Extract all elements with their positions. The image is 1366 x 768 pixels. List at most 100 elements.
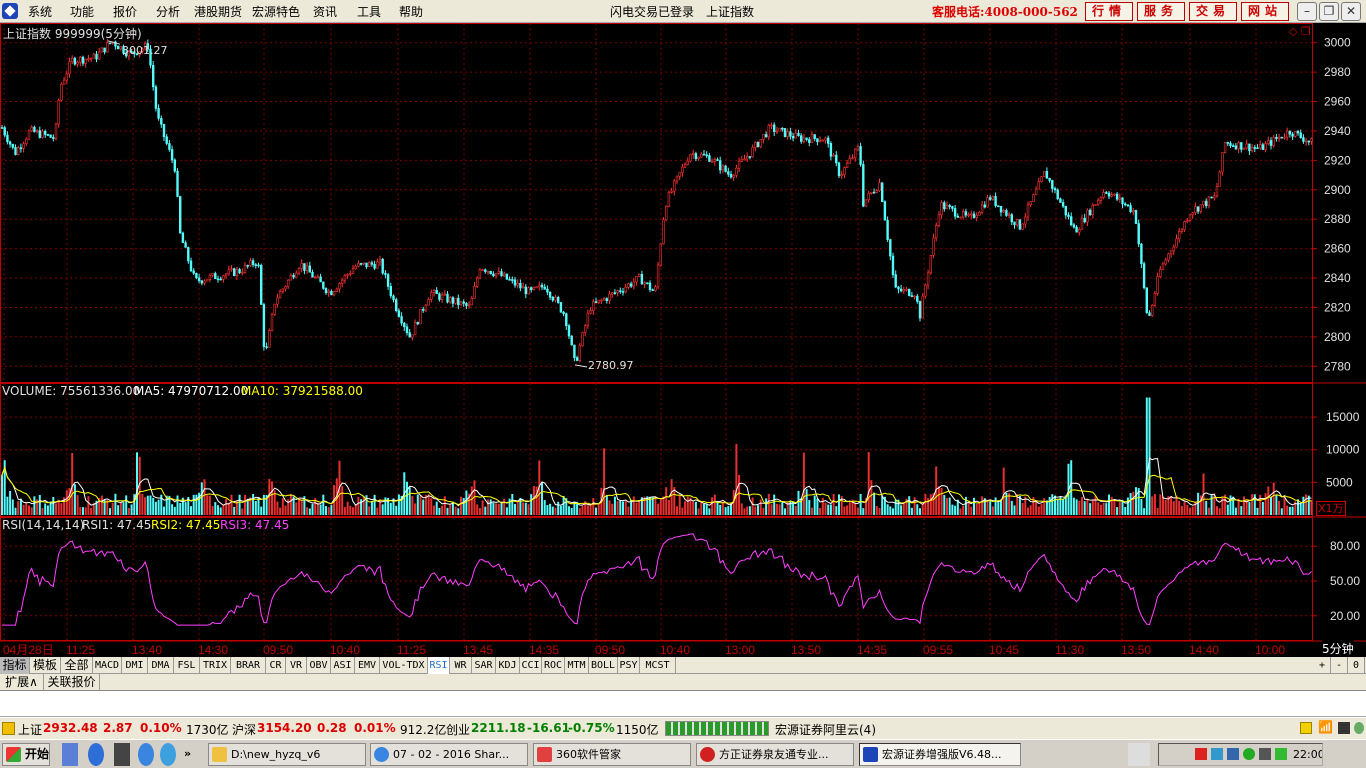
volume-bar (200, 482, 203, 515)
browser-icon[interactable] (138, 743, 154, 766)
menu-info[interactable]: 资讯 (313, 3, 337, 20)
volume-bar (1183, 500, 1186, 515)
tab-mcst[interactable]: MCST (640, 657, 676, 674)
tab-rsi[interactable]: RSI (428, 657, 450, 674)
desktop-icon[interactable] (114, 743, 130, 766)
candle-body (529, 287, 533, 290)
chart-canvas[interactable]: 3000 2980 2960 2940 2920 2900 2880 2860 2840 2820… (0, 23, 1366, 657)
candle-body (1302, 137, 1305, 142)
volume-bar (608, 500, 611, 515)
candle-body (403, 322, 406, 328)
tab-sar[interactable]: SAR (472, 657, 496, 674)
volume-bar (605, 494, 608, 515)
task-fangzheng[interactable]: 方正证券泉友通专业... (696, 743, 854, 766)
task-360[interactable]: 360软件管家 (533, 743, 691, 766)
tab-kdj[interactable]: KDJ (496, 657, 520, 674)
menu-help[interactable]: 帮助 (399, 3, 423, 20)
tab-boll[interactable]: BOLL (589, 657, 618, 674)
app-logo-icon[interactable] (2, 3, 18, 19)
volume-bar (881, 495, 884, 515)
tab-voltdx[interactable]: VOL-TDX (380, 657, 428, 674)
tab-roc[interactable]: ROC (542, 657, 565, 674)
hs-name: 沪深 (232, 723, 257, 737)
tab-indicator[interactable]: 指标 (0, 657, 30, 674)
candle-body (46, 134, 50, 136)
notify-icon[interactable] (1300, 722, 1312, 734)
period-label[interactable]: 5分钟 (1322, 640, 1354, 657)
quicklaunch-icon-1[interactable] (62, 743, 78, 766)
volume-ma10-line (1, 466, 1312, 506)
tab-dmi[interactable]: DMI (122, 657, 148, 674)
menu-hk-futures[interactable]: 港股期货 (194, 3, 242, 20)
tab-related-quote[interactable]: 关联报价 (44, 674, 100, 691)
volume-bar (762, 507, 765, 515)
trade-button[interactable]: 交易 (1189, 2, 1237, 21)
keyboard-icon[interactable] (1128, 743, 1150, 766)
volume-bar (867, 452, 870, 515)
tab-extend[interactable]: 扩展∧ (0, 674, 44, 691)
quote-button[interactable]: 行情 (1085, 2, 1133, 21)
candle-body (1148, 312, 1151, 316)
candle-body (1164, 259, 1167, 265)
tab-vr[interactable]: VR (286, 657, 307, 674)
tab-fsl[interactable]: FSL (174, 657, 200, 674)
tray-volume-icon[interactable] (1259, 748, 1271, 760)
menu-hongyuan[interactable]: 宏源特色 (252, 3, 300, 20)
more-icon[interactable]: » (184, 743, 198, 766)
task-explorer[interactable]: D:\new_hyzq_v6 (208, 743, 366, 766)
zoom-in-button[interactable]: + (1314, 657, 1331, 674)
options-icon[interactable] (1338, 722, 1350, 734)
tab-mtm[interactable]: MTM (565, 657, 589, 674)
volume-bar (946, 497, 948, 515)
service-button[interactable]: 服务 (1137, 2, 1185, 21)
tab-emv[interactable]: EMV (355, 657, 380, 674)
reset-button[interactable]: 0 (1348, 657, 1365, 674)
menu-system[interactable]: 系统 (28, 3, 52, 20)
tab-template[interactable]: 模板 (30, 657, 61, 674)
menu-function[interactable]: 功能 (70, 3, 94, 20)
hs-amount: 912.2亿 (400, 723, 447, 737)
minimize-icon[interactable]: – (1297, 2, 1317, 21)
chart-area[interactable]: 3000 2980 2960 2940 2920 2900 2880 2860 2840 2820… (0, 23, 1366, 657)
volume-bar (929, 494, 932, 515)
tab-cr[interactable]: CR (266, 657, 286, 674)
task-browser[interactable]: 07 - 02 - 2016 Shar... (370, 743, 528, 766)
tab-dma[interactable]: DMA (148, 657, 174, 674)
zoom-out-button[interactable]: - (1331, 657, 1348, 674)
tab-asi[interactable]: ASI (331, 657, 355, 674)
tab-macd[interactable]: MACD (93, 657, 122, 674)
menu-tools[interactable]: 工具 (357, 3, 381, 20)
tray-shield-icon[interactable] (1227, 748, 1239, 760)
tab-cci[interactable]: CCI (520, 657, 542, 674)
candle-body (975, 214, 978, 218)
volume-bar (586, 505, 589, 515)
website-button[interactable]: 网站 (1241, 2, 1289, 21)
tray-flag-icon[interactable] (1195, 748, 1207, 760)
ie-icon[interactable] (88, 743, 104, 766)
volume-bar (1027, 507, 1029, 515)
chart-option-icon[interactable]: ◇ ❐ (1289, 25, 1311, 38)
tab-trix[interactable]: TRIX (200, 657, 231, 674)
candle-body (241, 272, 244, 274)
menu-analysis[interactable]: 分析 (156, 3, 180, 20)
tab-psy[interactable]: PSY (618, 657, 640, 674)
candle-body (427, 299, 430, 306)
tray-360-icon[interactable] (1243, 748, 1255, 760)
tab-wr[interactable]: WR (450, 657, 472, 674)
tab-brar[interactable]: BRAR (231, 657, 266, 674)
tray-app-icon[interactable] (1275, 748, 1287, 760)
search-icon[interactable] (160, 743, 176, 766)
tab-all[interactable]: 全部 (61, 657, 93, 674)
tab-obv[interactable]: OBV (307, 657, 331, 674)
task-hongyuan[interactable]: 宏源证券增强版V6.48... (859, 743, 1021, 766)
start-button[interactable]: 开始 (2, 743, 50, 766)
market-icon[interactable] (2, 722, 15, 735)
close-icon[interactable]: ✕ (1341, 2, 1361, 21)
tray-network-icon[interactable] (1211, 748, 1223, 760)
candle-body (157, 108, 160, 119)
menu-quote[interactable]: 报价 (113, 3, 137, 20)
candle-body (1061, 202, 1065, 207)
candle-body (562, 311, 565, 314)
candle-body (916, 295, 919, 302)
restore-icon[interactable]: ❐ (1319, 2, 1339, 21)
